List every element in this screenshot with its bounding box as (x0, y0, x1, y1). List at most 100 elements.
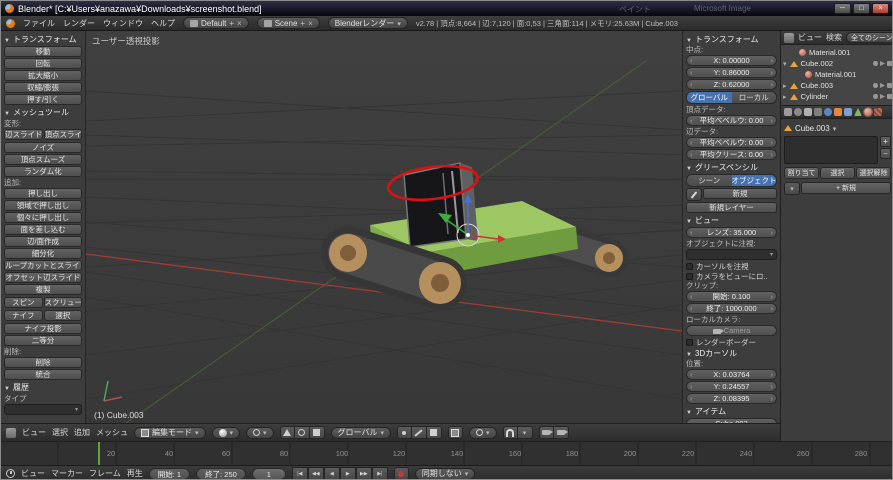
cursor-x-field[interactable]: X: 0.03764 (686, 369, 777, 380)
orientation-selector[interactable]: グローバル (331, 427, 391, 439)
material-slot-list[interactable] (784, 136, 878, 164)
delete-scene-icon[interactable] (308, 19, 313, 28)
lock-cursor-checkbox[interactable]: カーソルを注視 (686, 261, 777, 271)
expand-icon[interactable] (783, 81, 787, 90)
current-frame-marker[interactable] (98, 442, 100, 465)
tool-duplicate-button[interactable]: 複製 (4, 284, 82, 295)
scene-tab-icon[interactable] (804, 108, 812, 116)
outliner-menu-view[interactable]: ビュー (798, 32, 822, 43)
manipulator-rotate-button[interactable] (295, 426, 310, 439)
pivot-selector[interactable] (246, 427, 274, 439)
tool-shrink-fatten-button[interactable]: 収縮/膨張 (4, 82, 82, 93)
tool-rotate-button[interactable]: 回転 (4, 58, 82, 69)
tool-edge-slide-button[interactable]: 辺スライド (4, 129, 43, 140)
view3d-menu-add[interactable]: 追加 (74, 427, 90, 438)
tool-smooth-vertex-button[interactable]: 頂点スムーズ (4, 154, 82, 165)
mode-selector[interactable]: 編集モード (134, 427, 206, 439)
modifier-tab-icon[interactable] (844, 108, 852, 116)
panel-header-item[interactable]: アイテム (686, 405, 777, 417)
timeline-menu-playback[interactable]: 再生 (127, 468, 143, 479)
current-frame-field[interactable]: 1 (252, 468, 286, 480)
lock-object-field[interactable] (686, 249, 777, 260)
proportional-edit-selector[interactable] (469, 427, 497, 439)
blender-app-icon[interactable] (6, 19, 15, 28)
visibility-icon[interactable] (873, 61, 878, 66)
render-border-checkbox[interactable]: レンダーボーダー (686, 337, 777, 347)
redo-type-dropdown[interactable] (4, 404, 82, 415)
render-tab-icon[interactable] (794, 108, 802, 116)
jump-start-button[interactable] (292, 467, 308, 480)
visibility-icon[interactable] (873, 94, 878, 99)
render-engine-selector[interactable]: Blenderレンダー (328, 17, 408, 29)
panel-header-mesh-tools[interactable]: メッシュツール (4, 106, 82, 118)
close-button[interactable]: × (872, 3, 889, 14)
draw-pencil-button[interactable] (686, 188, 702, 201)
texture-tab-icon[interactable] (874, 108, 882, 116)
play-reverse-button[interactable] (324, 467, 340, 480)
median-x-field[interactable]: X: 0.00000 (686, 55, 777, 66)
renderability-icon[interactable] (887, 94, 892, 99)
tool-push-pull-button[interactable]: 押す/引く (4, 94, 82, 105)
scene-selector[interactable]: Scene (257, 17, 320, 29)
prev-keyframe-button[interactable] (308, 467, 324, 480)
face-select-button[interactable] (427, 426, 442, 439)
tool-delete-button[interactable]: 削除 (4, 357, 82, 368)
timeline-menu-frame[interactable]: フレーム (89, 468, 121, 479)
object-tab-icon[interactable] (834, 108, 842, 116)
tool-knife-button[interactable]: ナイフ (4, 310, 43, 321)
manipulator-translate-button[interactable] (280, 426, 295, 439)
manipulator-scale-button[interactable] (310, 426, 325, 439)
tool-knife-select-button[interactable]: 選択 (44, 310, 83, 321)
next-keyframe-button[interactable] (356, 467, 372, 480)
view3d-editor-icon[interactable] (6, 428, 16, 438)
expand-icon[interactable] (783, 59, 787, 68)
selectability-icon[interactable] (880, 83, 885, 88)
record-button[interactable] (394, 467, 409, 480)
occlude-geometry-button[interactable] (448, 426, 463, 439)
viewport-3d[interactable]: ユーザー透視投影 (1) Cube.003 (86, 31, 682, 423)
outliner-filter-dropdown[interactable]: 全てのシーン (846, 32, 893, 43)
gp-new-button[interactable]: 新規 (703, 188, 777, 199)
snap-element-dropdown[interactable] (518, 426, 533, 439)
snap-button[interactable] (503, 426, 518, 439)
panel-header-view[interactable]: ビュー (686, 214, 777, 226)
render-layers-tab-icon[interactable] (814, 108, 822, 116)
tool-merge-button[interactable]: 統合 (4, 369, 82, 380)
renderability-icon[interactable] (887, 61, 892, 66)
panel-header-history[interactable]: 履歴 (4, 381, 82, 393)
timeline-ruler[interactable]: 20 40 60 80 100 120 140 160 180 200 220 … (1, 441, 893, 465)
view3d-menu-view[interactable]: ビュー (22, 427, 46, 438)
tool-noise-button[interactable]: ノイズ (4, 142, 82, 153)
play-button[interactable] (340, 467, 356, 480)
frame-end-field[interactable]: 終了: 250 (196, 468, 246, 480)
tool-translate-button[interactable]: 移動 (4, 46, 82, 57)
expand-icon[interactable] (783, 92, 787, 101)
renderability-icon[interactable] (887, 83, 892, 88)
global-toggle[interactable]: グローバル (687, 92, 732, 103)
add-slot-button[interactable] (880, 136, 891, 147)
tool-randomize-button[interactable]: ランダム化 (4, 166, 82, 177)
add-layout-icon[interactable] (229, 19, 234, 28)
lock-camera-checkbox[interactable]: カメラをビューにロ.. (686, 271, 777, 281)
menu-help[interactable]: ヘルプ (151, 18, 175, 29)
edge-bevel-field[interactable]: 平均ベベルウ: 0.00 (686, 137, 777, 148)
view3d-menu-mesh[interactable]: メッシュ (96, 427, 128, 438)
gp-new-layer-button[interactable]: 新規レイヤー (686, 202, 777, 213)
frame-start-field[interactable]: 開始: 1 (149, 468, 190, 480)
visibility-icon[interactable] (873, 83, 878, 88)
vertex-bevel-field[interactable]: 平均ベベルウ: 0.00 (686, 115, 777, 126)
select-button[interactable]: 選択 (820, 167, 855, 179)
shading-selector[interactable] (212, 427, 241, 439)
opengl-render-anim-button[interactable] (554, 426, 569, 439)
deselect-button[interactable]: 選択解除 (856, 167, 891, 179)
local-camera-field[interactable]: Camera (686, 325, 777, 336)
outliner-item-cube-002[interactable]: Cube.002 (783, 58, 892, 69)
tool-vertex-slide-button[interactable]: 頂点スライド (44, 129, 83, 140)
view3d-menu-select[interactable]: 選択 (52, 427, 68, 438)
outliner-item-material-2[interactable]: Material.001 (783, 69, 892, 80)
minimize-button[interactable]: ─ (834, 3, 851, 14)
median-y-field[interactable]: Y: 0.86000 (686, 67, 777, 78)
screen-layout-selector[interactable]: Default (183, 17, 249, 29)
timeline-menu-view[interactable]: ビュー (21, 468, 45, 479)
tool-scale-button[interactable]: 拡大縮小 (4, 70, 82, 81)
